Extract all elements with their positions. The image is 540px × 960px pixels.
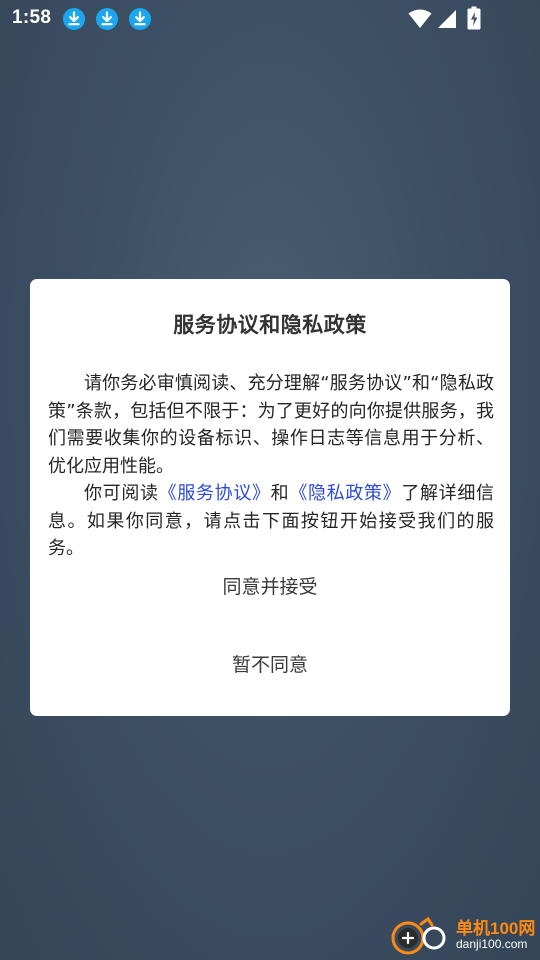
- watermark-url: danji100.com: [456, 937, 528, 951]
- links-conjunction-text: 和: [270, 483, 290, 504]
- cellular-signal-icon: [438, 10, 456, 28]
- service-agreement-link[interactable]: 《服务协议》: [159, 483, 271, 504]
- download-icon: [63, 8, 85, 30]
- dialog-title: 服务协议和隐私政策: [173, 313, 367, 337]
- battery-charging-icon: [467, 6, 481, 30]
- site-watermark: 单机100网 danji100.com: [388, 912, 540, 960]
- dialog-body: 请你务必审慎阅读、充分理解“服务协议”和“隐私政策”条款，包括但不限于：为了更好…: [48, 370, 494, 563]
- agree-button[interactable]: 同意并接受: [30, 562, 510, 612]
- links-prefix-text: 你可阅读: [84, 483, 159, 504]
- status-time: 1:58: [12, 7, 52, 28]
- disagree-button[interactable]: 暂不同意: [30, 640, 510, 690]
- privacy-policy-link[interactable]: 《隐私政策》: [289, 483, 401, 504]
- gamepad-logo-icon: [391, 916, 446, 955]
- download-icon: [96, 8, 118, 30]
- privacy-dialog: 服务协议和隐私政策 请你务必审慎阅读、充分理解“服务协议”和“隐私政策”条款，包…: [30, 279, 510, 716]
- privacy-notice-paragraph: 请你务必审慎阅读、充分理解“服务协议”和“隐私政策”条款，包括但不限于：为了更好…: [48, 373, 494, 477]
- status-right-icons: [406, 6, 502, 32]
- status-bar: 1:58: [0, 0, 540, 38]
- download-icon: [129, 8, 151, 30]
- watermark-title: 单机100网: [456, 919, 536, 938]
- wifi-icon: [408, 9, 432, 28]
- agreement-links-paragraph: 你可阅读《服务协议》和《隐私政策》了解详细信息。如果你同意，请点击下面按钮开始接…: [48, 480, 494, 563]
